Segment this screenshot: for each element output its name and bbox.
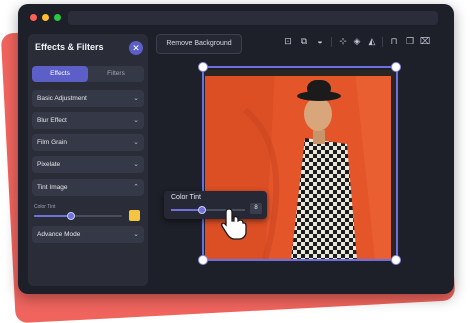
accordion-blur-effect[interactable]: Blur Effect ⌄ xyxy=(32,112,144,129)
accordion-label: Pixelate xyxy=(37,161,61,168)
panel-close-button[interactable]: ✕ xyxy=(129,41,143,55)
mask-icon[interactable]: ◒ xyxy=(314,35,326,47)
remove-background-button[interactable]: Remove Background xyxy=(156,34,242,54)
tab-effects[interactable]: Effects xyxy=(32,66,88,82)
pointer-cursor-icon xyxy=(221,208,247,240)
accordion-basic-adjustment[interactable]: Basic Adjustment ⌄ xyxy=(32,90,144,107)
toolbar-divider xyxy=(382,37,383,47)
duplicate-icon[interactable]: ⧉ xyxy=(298,35,310,47)
resize-handle-bottom-left[interactable] xyxy=(198,255,208,265)
accordion-label: Blur Effect xyxy=(37,117,67,124)
title-bar xyxy=(18,4,454,30)
accordion-label: Advance Mode xyxy=(37,231,81,238)
panel-title: Effects & Filters xyxy=(35,42,104,52)
accordion-film-grain[interactable]: Film Grain ⌄ xyxy=(32,134,144,151)
accordion-pixelate[interactable]: Pixelate ⌄ xyxy=(32,156,144,173)
flip-icon[interactable]: ◭ xyxy=(366,35,378,47)
window-close-dot[interactable] xyxy=(30,14,37,21)
resize-handle-top-left[interactable] xyxy=(198,62,208,72)
slider-thumb[interactable] xyxy=(66,212,75,220)
panel-tabs: Effects Filters xyxy=(32,66,144,82)
address-bar[interactable] xyxy=(68,11,438,25)
chevron-down-icon: ⌄ xyxy=(133,117,139,124)
accordion-label: Basic Adjustment xyxy=(37,95,87,102)
align-icon[interactable]: ⊹ xyxy=(337,35,349,47)
window-minimize-dot[interactable] xyxy=(42,14,49,21)
color-tint-popup: Color Tint 8 xyxy=(164,191,267,219)
toolbar-divider xyxy=(331,37,332,47)
resize-handle-bottom-right[interactable] xyxy=(391,255,401,265)
accordion-label: Tint Image xyxy=(37,184,68,191)
chevron-down-icon: ⌄ xyxy=(133,95,139,102)
chevron-up-icon: ⌃ xyxy=(133,184,139,191)
crop-icon[interactable]: ⊡ xyxy=(282,35,294,47)
resize-handle-top-right[interactable] xyxy=(391,62,401,72)
tint-color-swatch[interactable] xyxy=(129,210,140,221)
color-tint-label: Color Tint xyxy=(34,204,56,210)
close-icon: ✕ xyxy=(132,43,140,53)
accordion-advance-mode[interactable]: Advance Mode ⌄ xyxy=(32,226,144,243)
chevron-down-icon: ⌄ xyxy=(133,161,139,168)
trash-icon[interactable]: ⌧ xyxy=(419,35,431,47)
color-tint-slider[interactable] xyxy=(34,212,122,220)
slider-thumb[interactable] xyxy=(198,206,207,214)
accordion-label: Film Grain xyxy=(37,139,67,146)
lock-icon[interactable]: ⊓ xyxy=(388,35,400,47)
slider-fill xyxy=(34,215,71,217)
tab-filters[interactable]: Filters xyxy=(88,66,144,82)
copy-icon[interactable]: ❐ xyxy=(404,35,416,47)
chevron-down-icon: ⌄ xyxy=(133,139,139,146)
window-maximize-dot[interactable] xyxy=(54,14,61,21)
tint-value-field[interactable]: 8 xyxy=(250,203,262,214)
editor-window: Effects & Filters ✕ Effects Filters Basi… xyxy=(18,4,454,294)
chevron-down-icon: ⌄ xyxy=(133,231,139,238)
popup-label: Color Tint xyxy=(171,194,201,201)
layers-icon[interactable]: ◈ xyxy=(351,35,363,47)
accordion-tint-image[interactable]: Tint Image ⌃ xyxy=(32,179,144,196)
effects-panel: Effects & Filters ✕ Effects Filters Basi… xyxy=(28,34,148,286)
